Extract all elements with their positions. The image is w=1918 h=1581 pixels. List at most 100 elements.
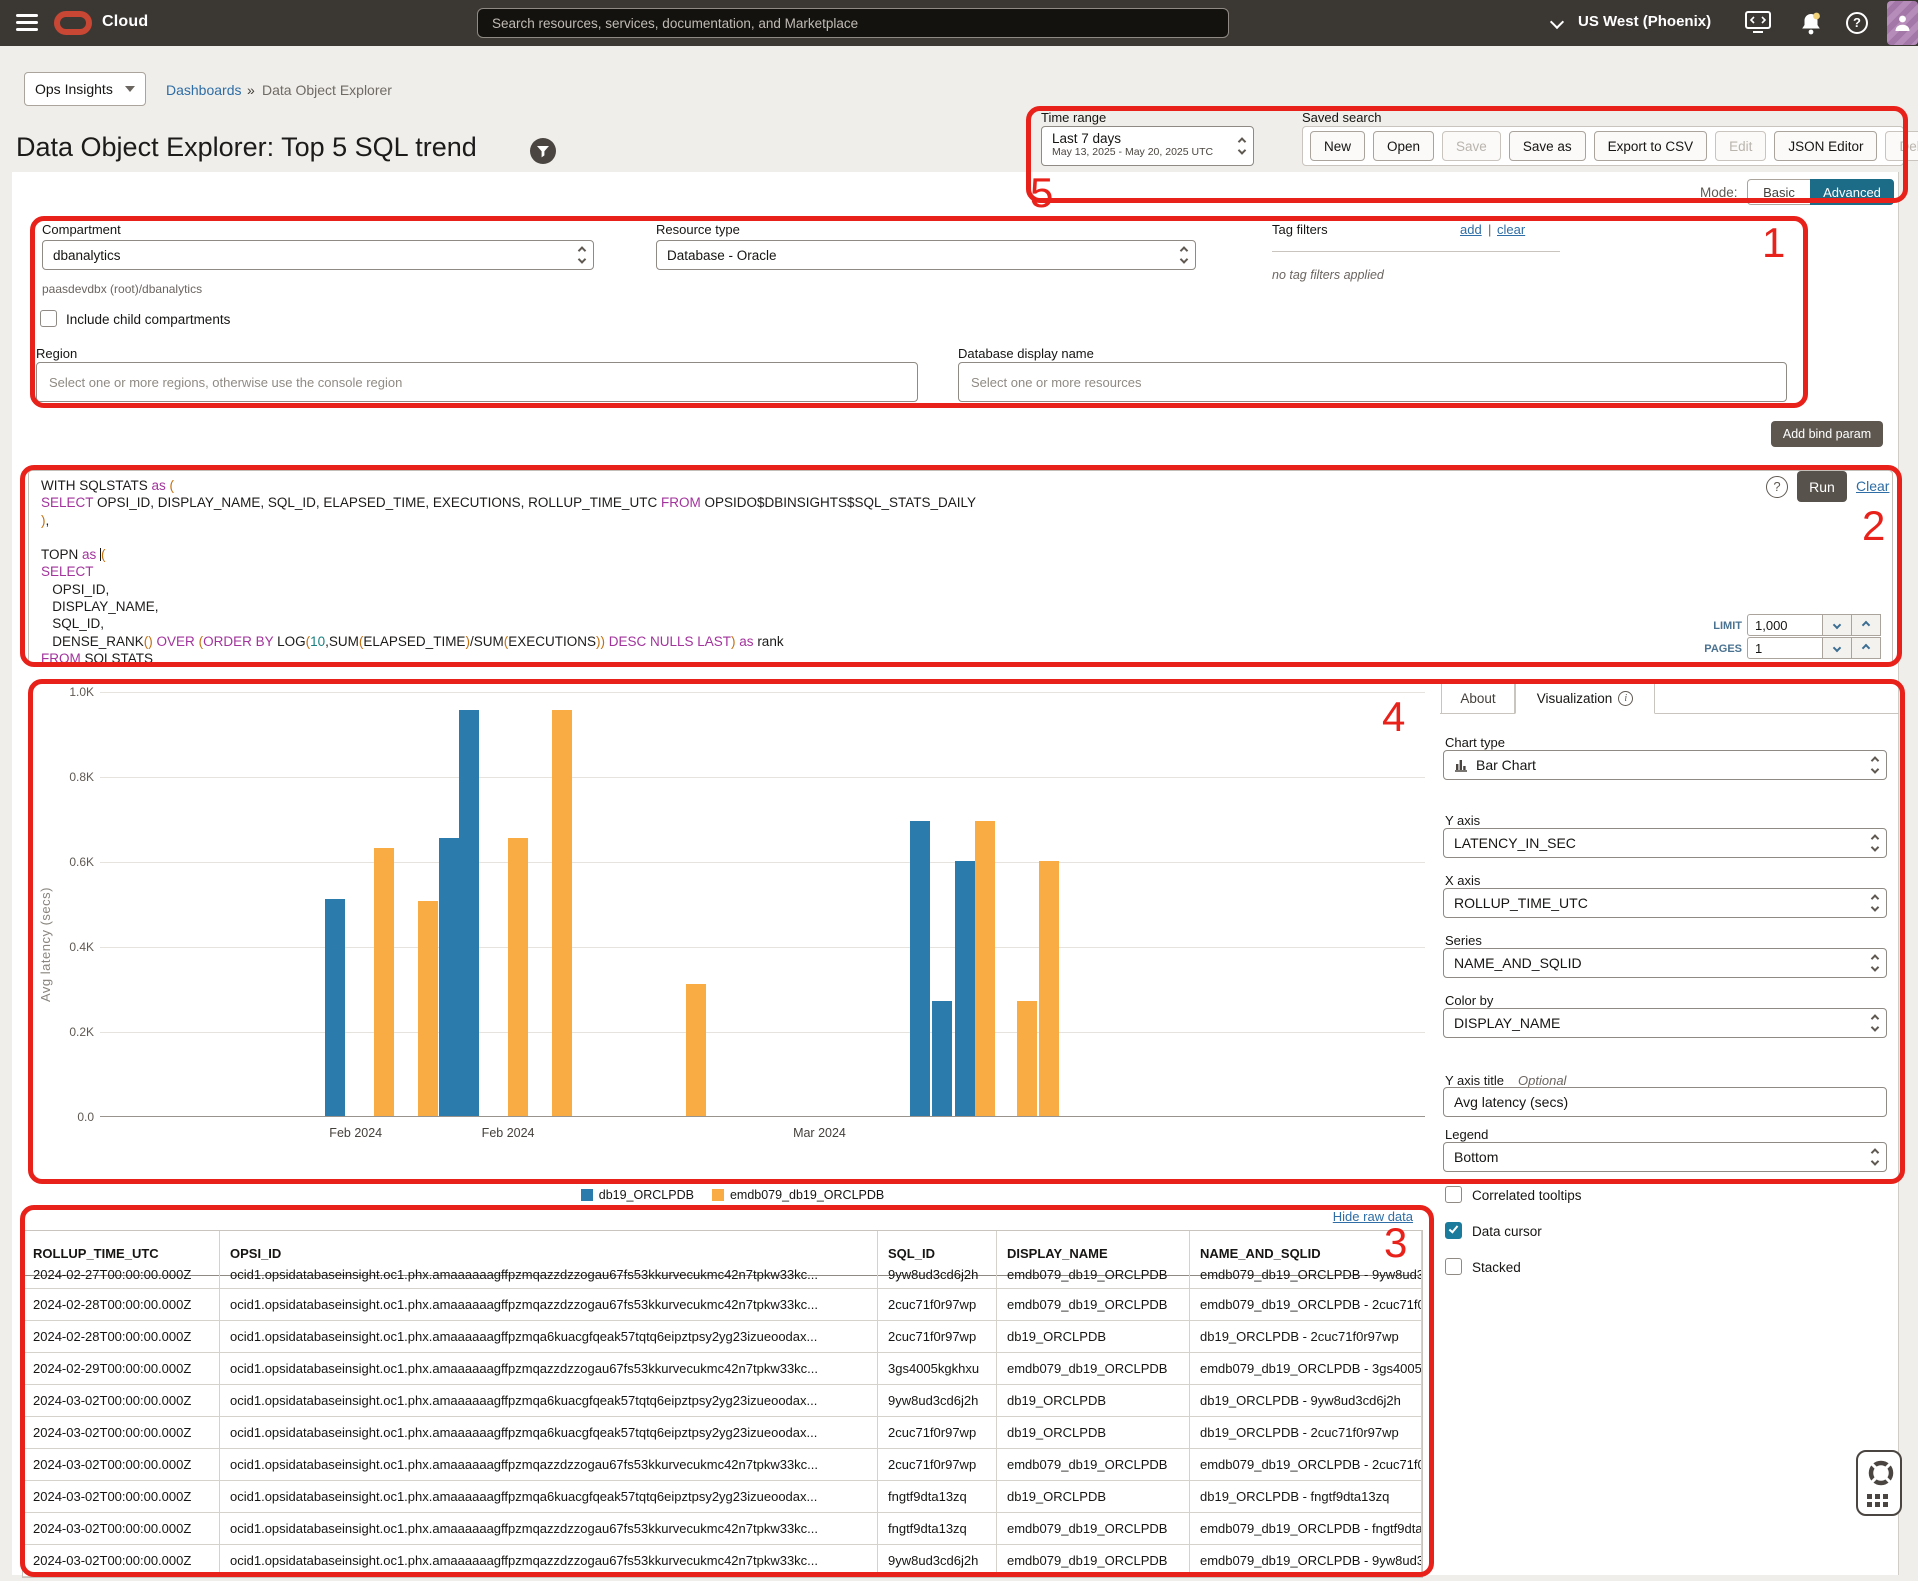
compartment-select[interactable]: dbanalytics xyxy=(42,240,594,270)
saved-search-export-to-csv-button[interactable]: Export to CSV xyxy=(1594,131,1708,161)
table-cell: 2024-03-02T00:00:00.000Z xyxy=(23,1513,220,1544)
table-cell: emdb079_db19_ORCLPDB xyxy=(997,1353,1190,1384)
bar-emdb079_db19_ORCLPDB xyxy=(508,838,528,1116)
menu-icon[interactable] xyxy=(16,14,38,32)
breadcrumb-dashboards-link[interactable]: Dashboards xyxy=(166,82,242,98)
sql-line: DENSE_RANK() OVER (ORDER BY LOG(10,SUM(E… xyxy=(41,633,1701,650)
table-cell: emdb079_db19_ORCLPDB xyxy=(997,1545,1190,1576)
saved-search-open-button[interactable]: Open xyxy=(1373,131,1434,161)
legend-item[interactable]: emdb079_db19_ORCLPDB xyxy=(712,1188,884,1202)
pages-label: PAGES xyxy=(1702,643,1742,655)
table-cell: 2024-03-02T00:00:00.000Z xyxy=(23,1545,220,1576)
tag-filters-clear-link[interactable]: clear xyxy=(1497,222,1525,237)
saved-search-delete-button[interactable]: Delete xyxy=(1885,131,1918,161)
stacked-checkbox[interactable] xyxy=(1445,1258,1462,1275)
chart-type-label: Chart type xyxy=(1445,735,1505,750)
data-object-explorer-page: Cloud US West (Phoenix) ? Ops Insights D… xyxy=(0,0,1918,1581)
table-cell: 2024-03-02T00:00:00.000Z xyxy=(23,1481,220,1512)
info-icon: i xyxy=(1618,691,1633,706)
sql-query-text[interactable]: WITH SQLSTATS as (SELECT OPSI_ID, DISPLA… xyxy=(41,477,1701,666)
saved-search-save-as-button[interactable]: Save as xyxy=(1509,131,1586,161)
cloud-shell-icon[interactable] xyxy=(1745,11,1771,38)
correlated-tooltips-checkbox[interactable] xyxy=(1445,1186,1462,1203)
tab-visualization[interactable]: Visualization i xyxy=(1515,683,1655,714)
x-axis-select[interactable]: ROLLUP_TIME_UTC xyxy=(1443,888,1887,918)
bar-emdb079_db19_ORCLPDB xyxy=(686,984,706,1116)
sql-editor: WITH SQLSTATS as (SELECT OPSI_ID, DISPLA… xyxy=(28,470,1893,666)
saved-search-edit-button[interactable]: Edit xyxy=(1715,131,1766,161)
hide-raw-data-link[interactable]: Hide raw data xyxy=(1240,1209,1413,1224)
region-selector[interactable]: US West (Phoenix) xyxy=(1578,13,1711,30)
table-cell: emdb079_db19_ORCLPDB - 2cuc71f0r97wp xyxy=(1190,1449,1422,1480)
spinner-icon xyxy=(1872,1016,1878,1031)
x-tick-label: Feb 2024 xyxy=(329,1126,382,1140)
tab-about[interactable]: About xyxy=(1441,683,1515,714)
help-icon[interactable]: ? xyxy=(1846,12,1868,34)
support-widget[interactable] xyxy=(1856,1450,1902,1516)
series-select[interactable]: NAME_AND_SQLID xyxy=(1443,948,1887,978)
table-cell: 2024-02-27T00:00:00.000Z xyxy=(23,1259,220,1288)
y-axis-select[interactable]: LATENCY_IN_SEC xyxy=(1443,828,1887,858)
service-selector-ops-insights[interactable]: Ops Insights xyxy=(24,72,146,106)
resource-type-value: Database - Oracle xyxy=(667,248,777,263)
query-help-icon[interactable]: ? xyxy=(1766,476,1788,498)
resource-type-select[interactable]: Database - Oracle xyxy=(656,240,1196,270)
legend-position-select[interactable]: Bottom xyxy=(1443,1142,1887,1172)
color-by-select[interactable]: DISPLAY_NAME xyxy=(1443,1008,1887,1038)
limit-increment-button[interactable] xyxy=(1851,614,1881,636)
x-axis-value: ROLLUP_TIME_UTC xyxy=(1454,895,1588,911)
add-bind-param-button[interactable]: Add bind param xyxy=(1771,421,1883,447)
time-range-select[interactable]: Last 7 days May 13, 2025 - May 20, 2025 … xyxy=(1041,126,1254,166)
sql-line: TOPN as ( xyxy=(41,546,1701,563)
limit-field[interactable]: 1,000 xyxy=(1747,614,1823,636)
spinner-icon xyxy=(1239,139,1245,154)
x-tick-label: Feb 2024 xyxy=(482,1126,535,1140)
saved-search-new-button[interactable]: New xyxy=(1310,131,1365,161)
table-cell: emdb079_db19_ORCLPDB - 9yw8ud3cd6j2h xyxy=(1190,1259,1422,1288)
filter-funnel-icon[interactable] xyxy=(530,138,556,164)
sql-line: SELECT xyxy=(41,563,1701,580)
time-range-value: Last 7 days xyxy=(1052,131,1227,146)
clear-link[interactable]: Clear xyxy=(1856,478,1889,494)
table-row: 2024-02-29T00:00:00.000Zocid1.opsidataba… xyxy=(23,1353,1422,1385)
table-cell: 9yw8ud3cd6j2h xyxy=(878,1259,997,1288)
tag-filters-add-link[interactable]: add xyxy=(1460,222,1482,237)
chart-type-select[interactable]: Bar Chart xyxy=(1443,750,1887,780)
table-cell: emdb079_db19_ORCLPDB xyxy=(997,1259,1190,1288)
table-cell: db19_ORCLPDB xyxy=(997,1385,1190,1416)
mode-basic-button[interactable]: Basic xyxy=(1747,179,1811,205)
table-cell: db19_ORCLPDB - 2cuc71f0r97wp xyxy=(1190,1321,1422,1352)
table-cell: ocid1.opsidatabaseinsight.oc1.phx.amaaaa… xyxy=(220,1353,878,1384)
run-button[interactable]: Run xyxy=(1797,471,1847,502)
region-filter-input[interactable] xyxy=(36,362,918,402)
table-cell: ocid1.opsidatabaseinsight.oc1.phx.amaaaa… xyxy=(220,1545,878,1576)
table-cell: ocid1.opsidatabaseinsight.oc1.phx.amaaaa… xyxy=(220,1385,878,1416)
chevron-down-icon[interactable] xyxy=(1550,15,1564,29)
table-cell: emdb079_db19_ORCLPDB - 2cuc71f0r97wp xyxy=(1190,1289,1422,1320)
table-row: 2024-03-02T00:00:00.000Zocid1.opsidataba… xyxy=(23,1513,1422,1545)
table-cell: 2024-03-02T00:00:00.000Z xyxy=(23,1417,220,1448)
table-row: 2024-03-02T00:00:00.000Zocid1.opsidataba… xyxy=(23,1545,1422,1577)
pages-field[interactable]: 1 xyxy=(1747,637,1823,659)
legend-label: db19_ORCLPDB xyxy=(599,1188,694,1202)
bar-emdb079_db19_ORCLPDB xyxy=(374,848,394,1116)
y-axis-title-input[interactable]: Avg latency (secs) xyxy=(1443,1087,1887,1117)
saved-search-json-editor-button[interactable]: JSON Editor xyxy=(1774,131,1877,161)
notifications-bell-icon[interactable] xyxy=(1799,11,1823,40)
sql-line: OPSI_ID, xyxy=(41,581,1701,598)
database-display-name-input[interactable] xyxy=(958,362,1787,402)
saved-search-save-button[interactable]: Save xyxy=(1442,131,1501,161)
limit-decrement-button[interactable] xyxy=(1822,614,1852,636)
include-child-compartments-checkbox[interactable] xyxy=(40,310,57,327)
table-cell: db19_ORCLPDB - 9yw8ud3cd6j2h xyxy=(1190,1385,1422,1416)
bar-emdb079_db19_ORCLPDB xyxy=(418,901,438,1116)
global-search-input[interactable] xyxy=(477,8,1229,38)
pages-decrement-button[interactable] xyxy=(1822,637,1852,659)
mode-advanced-button[interactable]: Advanced xyxy=(1810,179,1894,205)
data-cursor-checkbox[interactable] xyxy=(1445,1222,1462,1239)
user-avatar[interactable] xyxy=(1887,1,1918,45)
legend-item[interactable]: db19_ORCLPDB xyxy=(581,1188,694,1202)
pages-increment-button[interactable] xyxy=(1851,637,1881,659)
y-axis-value: LATENCY_IN_SEC xyxy=(1454,835,1576,851)
table-row: 2024-02-27T00:00:00.000Zocid1.opsidataba… xyxy=(23,1276,1422,1289)
